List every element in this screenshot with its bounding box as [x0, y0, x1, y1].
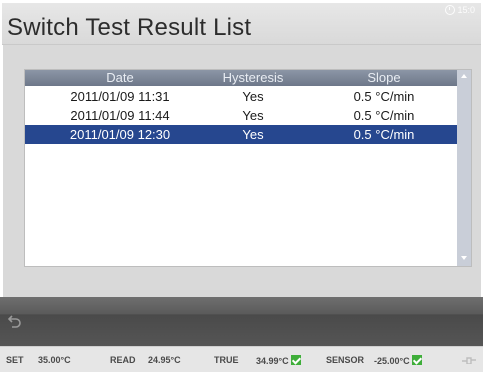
true-label: TRUE: [214, 355, 239, 365]
table-row[interactable]: 2011/01/09 11:44 Yes 0.5 °C/min: [25, 106, 457, 125]
clock-time: 15:0: [457, 5, 475, 15]
scroll-up-icon[interactable]: [461, 74, 467, 78]
title-bar: Switch Test Result List 15:0: [2, 3, 481, 45]
true-value-text: 34.99°C: [256, 356, 289, 366]
clock-icon: [445, 5, 456, 15]
row-slope: 0.5 °C/min: [353, 89, 415, 104]
sensor-value: -25.00°C: [374, 355, 422, 366]
content-area: Date Hysteresis Slope 2011/01/09 11:31 Y…: [3, 45, 481, 297]
column-header-hysteresis[interactable]: Hysteresis: [195, 70, 311, 86]
column-header-slope[interactable]: Slope: [311, 70, 457, 86]
true-value: 34.99°C: [256, 355, 301, 366]
column-header-date[interactable]: Date: [45, 70, 195, 86]
row-date: 2011/01/09 11:44: [70, 108, 170, 123]
list-scrollbar[interactable]: [457, 70, 471, 266]
row-date: 2011/01/09 12:30: [69, 127, 171, 142]
row-hysteresis: Yes: [242, 127, 264, 142]
clock: 15:0: [445, 5, 475, 15]
read-label: READ: [110, 355, 136, 365]
check-icon: [290, 355, 301, 365]
row-hysteresis: Yes: [242, 108, 264, 123]
set-label: SET: [6, 355, 24, 365]
navigation-bar: [0, 297, 483, 346]
sensor-label: SENSOR: [326, 355, 365, 365]
row-hysteresis: Yes: [242, 89, 264, 104]
read-value: 24.95°C: [148, 355, 181, 365]
screen: Switch Test Result List 15:0 Date Hyster…: [0, 0, 483, 372]
result-list[interactable]: Date Hysteresis Slope 2011/01/09 11:31 Y…: [24, 69, 472, 267]
page-title: Switch Test Result List: [7, 14, 252, 41]
scroll-down-icon[interactable]: [461, 256, 467, 260]
row-date: 2011/01/09 11:31: [70, 89, 170, 104]
check-icon: [411, 355, 422, 365]
row-slope: 0.5 °C/min: [353, 108, 415, 123]
table-row-selected[interactable]: 2011/01/09 12:30 Yes 0.5 °C/min: [25, 125, 457, 144]
plug-icon: [462, 357, 476, 364]
table-row[interactable]: 2011/01/09 11:31 Yes 0.5 °C/min: [25, 87, 457, 106]
list-header: Date Hysteresis Slope: [25, 70, 457, 86]
status-bar: SET 35.00°C READ 24.95°C TRUE 34.99°C SE…: [0, 346, 483, 372]
back-arrow-icon[interactable]: [8, 314, 22, 328]
row-slope: 0.5 °C/min: [353, 127, 415, 142]
set-value: 35.00°C: [38, 355, 71, 365]
sensor-value-text: -25.00°C: [374, 356, 410, 366]
